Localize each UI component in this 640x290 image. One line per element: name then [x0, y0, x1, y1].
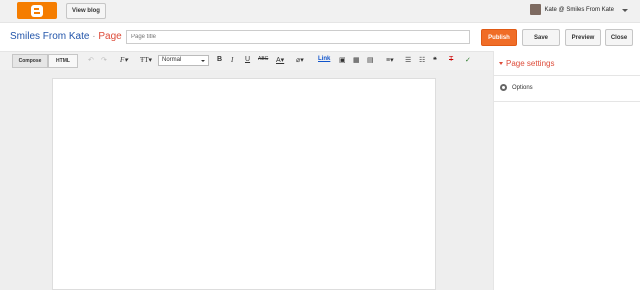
account-menu[interactable]: Kate @ Smiles From Kate — [529, 4, 614, 15]
jump-break-icon[interactable]: ▤ — [367, 56, 374, 64]
paragraph-style-select[interactable]: Normal — [158, 55, 209, 66]
save-button[interactable]: Save — [522, 29, 560, 46]
text-color-icon[interactable]: A▾ — [276, 56, 284, 64]
avatar — [529, 4, 541, 15]
paragraph-style-value: Normal — [162, 57, 182, 63]
gear-icon — [500, 84, 507, 91]
account-dropdown-icon[interactable] — [622, 9, 628, 12]
remove-formatting-icon[interactable]: T — [449, 56, 453, 63]
close-button[interactable]: Close — [605, 29, 633, 46]
highlight-icon[interactable]: ⌀▾ — [296, 56, 304, 64]
blogger-logo[interactable] — [17, 2, 57, 19]
breadcrumb: Smiles From Kate · Page — [10, 31, 122, 42]
page-title-input[interactable] — [126, 30, 470, 44]
divider — [494, 75, 640, 76]
publish-button[interactable]: Publish — [481, 29, 517, 46]
image-icon[interactable]: ▣ — [339, 56, 346, 64]
underline-button[interactable]: U — [245, 56, 250, 63]
breadcrumb-separator: · — [92, 31, 96, 42]
italic-button[interactable]: I — [231, 56, 233, 64]
bold-button[interactable]: B — [217, 56, 222, 63]
chevron-down-icon — [201, 60, 205, 62]
alignment-icon[interactable]: ≡▾ — [386, 56, 394, 64]
numbered-list-icon[interactable]: ☰ — [405, 56, 411, 64]
spellcheck-icon[interactable]: ✓ — [465, 56, 471, 64]
blogger-logo-icon — [31, 4, 43, 17]
video-icon[interactable]: ▦ — [353, 56, 360, 64]
redo-icon[interactable]: ↷ — [101, 56, 107, 64]
editor-page[interactable] — [52, 78, 436, 290]
blog-name[interactable]: Smiles From Kate — [10, 31, 89, 42]
collapse-icon[interactable] — [499, 62, 503, 65]
font-family-icon[interactable]: F▾ — [120, 56, 128, 64]
link-button[interactable]: Link — [318, 56, 330, 62]
undo-icon[interactable]: ↶ — [88, 56, 94, 64]
quote-icon[interactable]: ❝ — [433, 56, 437, 64]
options-link[interactable]: Options — [512, 85, 533, 91]
view-blog-button[interactable]: View blog — [66, 3, 106, 19]
tab-compose[interactable]: Compose — [12, 54, 48, 68]
divider — [494, 101, 640, 102]
bulleted-list-icon[interactable]: ☷ — [419, 56, 425, 64]
font-size-icon[interactable]: ŦT▾ — [140, 56, 152, 64]
settings-panel: Page settings Options — [493, 51, 640, 290]
account-name: Kate @ Smiles From Kate — [544, 6, 614, 13]
strikethrough-button[interactable]: ABC — [258, 56, 268, 62]
panel-title[interactable]: Page settings — [506, 59, 554, 68]
tab-html[interactable]: HTML — [48, 54, 78, 68]
editor-toolbar: Compose HTML ↶ ↷ F▾ ŦT▾ Normal B I U ABC… — [0, 51, 493, 71]
top-bar: View blog Kate @ Smiles From Kate — [0, 0, 640, 23]
preview-button[interactable]: Preview — [565, 29, 601, 46]
page-label: Page — [98, 31, 122, 42]
